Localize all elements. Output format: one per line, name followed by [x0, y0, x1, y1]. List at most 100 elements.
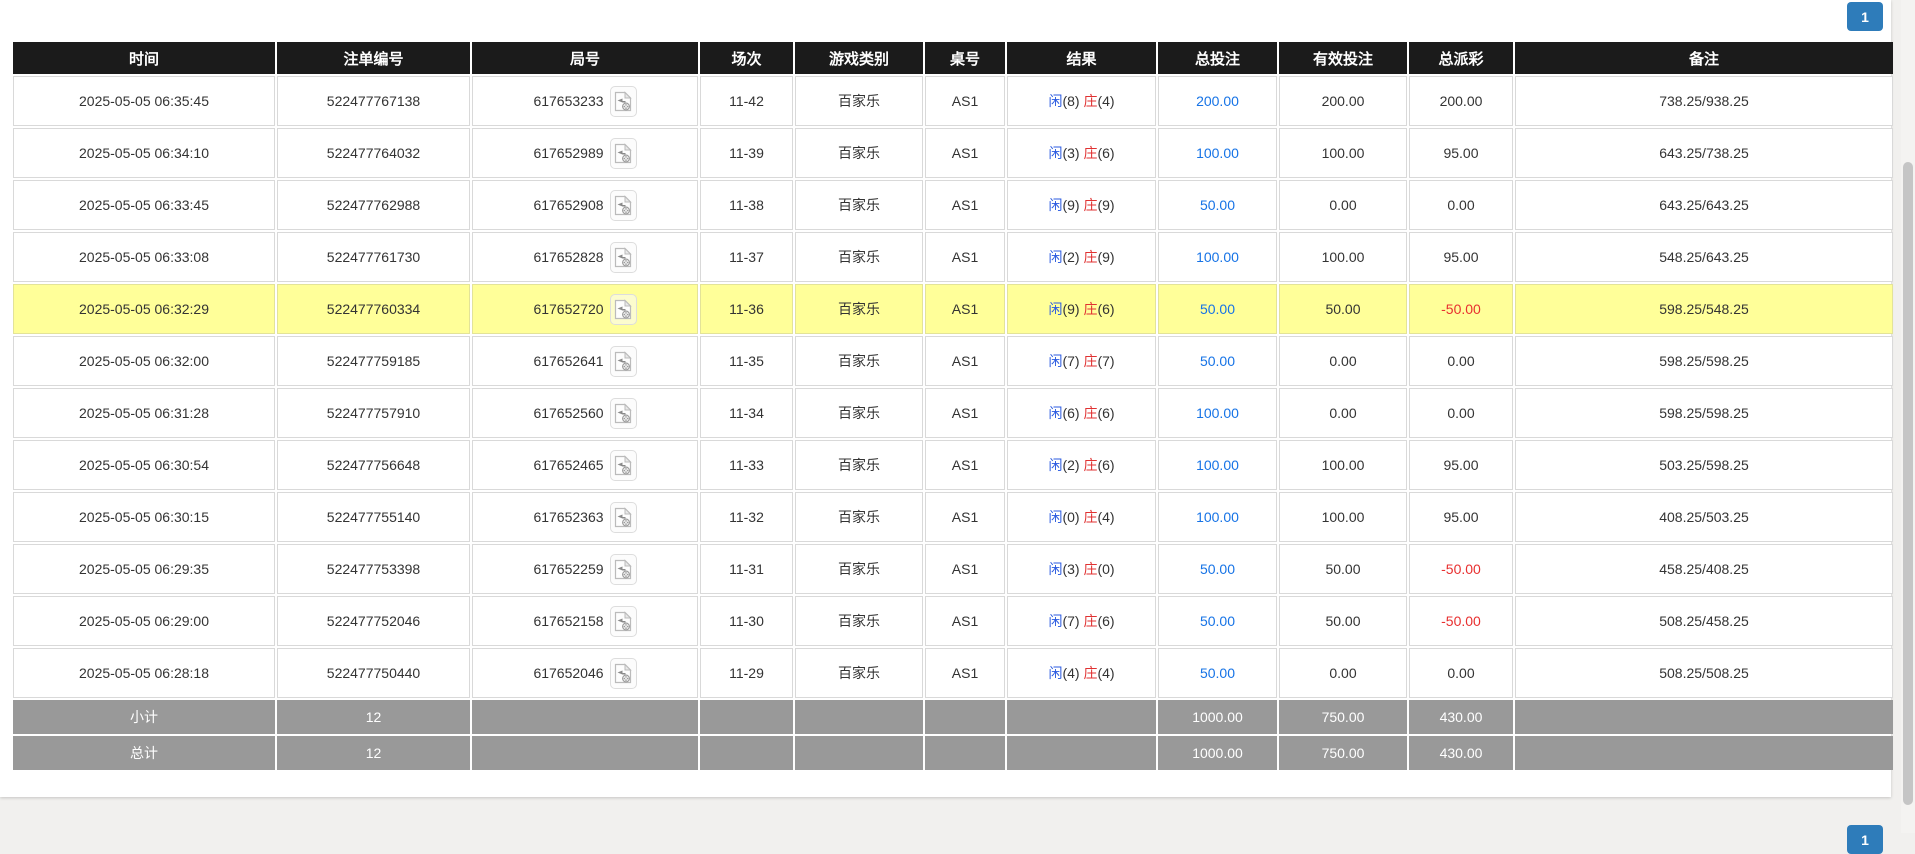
- video-file-icon: [614, 143, 632, 164]
- video-replay-button[interactable]: [610, 450, 637, 481]
- player-result: 闲: [1048, 197, 1062, 213]
- cell-remark: 643.25/738.25: [1515, 128, 1893, 178]
- cell-bet-id: 522477760334: [277, 284, 470, 334]
- video-replay-button[interactable]: [610, 242, 637, 273]
- col-header-result: 结果: [1007, 42, 1156, 74]
- bet-record-row: 2025-05-05 06:35:45522477767138617653233…: [13, 76, 1893, 126]
- bet-record-row: 2025-05-05 06:29:00522477752046617652158…: [13, 596, 1893, 646]
- video-replay-button[interactable]: [610, 190, 637, 221]
- pagination-page-1-top[interactable]: 1: [1847, 2, 1883, 31]
- cell-total-bet: 50.00: [1158, 180, 1277, 230]
- banker-result: 庄: [1083, 457, 1097, 473]
- cell-remark: 738.25/938.25: [1515, 76, 1893, 126]
- cell-remark: 548.25/643.25: [1515, 232, 1893, 282]
- totals-table-empty: [925, 700, 1005, 734]
- total-bet-link[interactable]: 100.00: [1196, 145, 1239, 161]
- cell-round: 617652989: [472, 128, 698, 178]
- pagination-page-1-bottom[interactable]: 1: [1847, 825, 1883, 854]
- total-bet-link[interactable]: 100.00: [1196, 509, 1239, 525]
- cell-total-payout: 95.00: [1409, 492, 1513, 542]
- cell-bet-id: 522477759185: [277, 336, 470, 386]
- video-file-icon: [614, 455, 632, 476]
- round-number: 617652158: [533, 613, 603, 629]
- video-replay-button[interactable]: [610, 346, 637, 377]
- cell-result: 闲(6) 庄(6): [1007, 388, 1156, 438]
- subtotal-row: 小计121000.00750.00430.00: [13, 700, 1893, 734]
- cell-result: 闲(3) 庄(6): [1007, 128, 1156, 178]
- video-replay-button[interactable]: [610, 502, 637, 533]
- cell-remark: 408.25/503.25: [1515, 492, 1893, 542]
- cell-total-payout: 200.00: [1409, 76, 1513, 126]
- cell-total-payout: 0.00: [1409, 388, 1513, 438]
- cell-time: 2025-05-05 06:31:28: [13, 388, 275, 438]
- cell-session: 11-37: [700, 232, 793, 282]
- total-bet-link[interactable]: 50.00: [1200, 613, 1235, 629]
- video-replay-button[interactable]: [610, 138, 637, 169]
- cell-bet-id: 522477755140: [277, 492, 470, 542]
- cell-game-type: 百家乐: [795, 336, 923, 386]
- cell-game-type: 百家乐: [795, 284, 923, 334]
- video-replay-button[interactable]: [610, 658, 637, 689]
- video-replay-button[interactable]: [610, 554, 637, 585]
- cell-time: 2025-05-05 06:33:08: [13, 232, 275, 282]
- cell-game-type: 百家乐: [795, 492, 923, 542]
- totals-game-empty: [795, 700, 923, 734]
- bet-record-row: 2025-05-05 06:30:54522477756648617652465…: [13, 440, 1893, 490]
- total-bet-link[interactable]: 100.00: [1196, 249, 1239, 265]
- cell-remark: 598.25/598.25: [1515, 336, 1893, 386]
- cell-valid-bet: 0.00: [1279, 336, 1407, 386]
- cell-round: 617652259: [472, 544, 698, 594]
- cell-session: 11-42: [700, 76, 793, 126]
- bet-record-row: 2025-05-05 06:29:35522477753398617652259…: [13, 544, 1893, 594]
- cell-valid-bet: 100.00: [1279, 128, 1407, 178]
- cell-round: 617653233: [472, 76, 698, 126]
- banker-result: 庄: [1083, 197, 1097, 213]
- cell-session: 11-35: [700, 336, 793, 386]
- cell-total-payout: -50.00: [1409, 596, 1513, 646]
- cell-remark: 503.25/598.25: [1515, 440, 1893, 490]
- page-scrollbar-thumb[interactable]: [1903, 162, 1913, 805]
- total-bet-link[interactable]: 100.00: [1196, 405, 1239, 421]
- video-replay-button[interactable]: [610, 606, 637, 637]
- cell-valid-bet: 0.00: [1279, 648, 1407, 698]
- cell-time: 2025-05-05 06:28:18: [13, 648, 275, 698]
- total-bet-link[interactable]: 200.00: [1196, 93, 1239, 109]
- totals-valid-bet: 750.00: [1279, 700, 1407, 734]
- cell-bet-id: 522477764032: [277, 128, 470, 178]
- cell-time: 2025-05-05 06:32:00: [13, 336, 275, 386]
- total-bet-link[interactable]: 50.00: [1200, 561, 1235, 577]
- total-bet-link[interactable]: 50.00: [1200, 353, 1235, 369]
- video-replay-button[interactable]: [610, 398, 637, 429]
- round-number: 617652720: [533, 301, 603, 317]
- total-bet-link[interactable]: 50.00: [1200, 197, 1235, 213]
- cell-total-bet: 50.00: [1158, 596, 1277, 646]
- cell-total-bet: 100.00: [1158, 440, 1277, 490]
- banker-result: 庄: [1083, 509, 1097, 525]
- bet-record-row: 2025-05-05 06:33:45522477762988617652908…: [13, 180, 1893, 230]
- totals-valid-bet: 750.00: [1279, 736, 1407, 770]
- cell-total-bet: 50.00: [1158, 544, 1277, 594]
- cell-result: 闲(9) 庄(6): [1007, 284, 1156, 334]
- cell-remark: 598.25/598.25: [1515, 388, 1893, 438]
- cell-round: 617652720: [472, 284, 698, 334]
- total-bet-link[interactable]: 50.00: [1200, 301, 1235, 317]
- cell-game-type: 百家乐: [795, 128, 923, 178]
- video-replay-button[interactable]: [610, 86, 637, 117]
- total-bet-link[interactable]: 100.00: [1196, 457, 1239, 473]
- page-scrollbar-track[interactable]: [1901, 0, 1915, 833]
- cell-valid-bet: 100.00: [1279, 440, 1407, 490]
- banker-result: 庄: [1083, 561, 1097, 577]
- total-bet-link[interactable]: 50.00: [1200, 665, 1235, 681]
- cell-total-bet: 50.00: [1158, 284, 1277, 334]
- round-number: 617652641: [533, 353, 603, 369]
- round-number: 617652989: [533, 145, 603, 161]
- cell-session: 11-38: [700, 180, 793, 230]
- totals-remark-empty: [1515, 736, 1893, 770]
- cell-result: 闲(7) 庄(7): [1007, 336, 1156, 386]
- cell-valid-bet: 50.00: [1279, 596, 1407, 646]
- cell-round: 617652641: [472, 336, 698, 386]
- totals-round-empty: [472, 700, 698, 734]
- cell-bet-id: 522477762988: [277, 180, 470, 230]
- video-replay-button[interactable]: [610, 294, 637, 325]
- cell-valid-bet: 50.00: [1279, 544, 1407, 594]
